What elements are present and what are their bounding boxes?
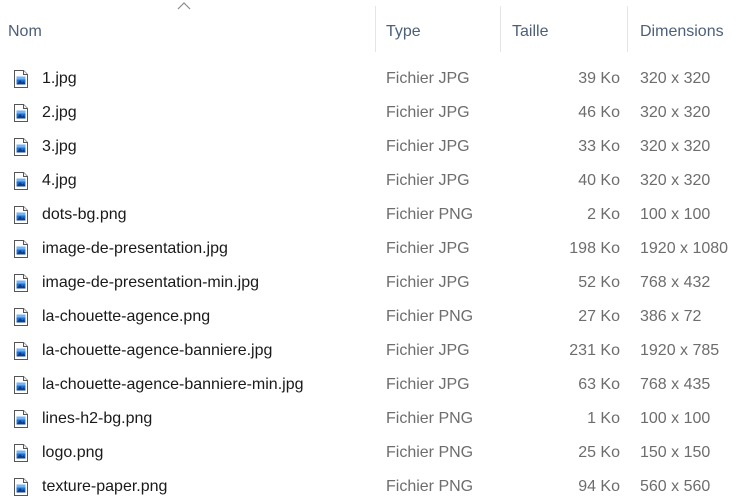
- file-size: 198 Ko: [569, 240, 620, 257]
- image-file-icon: [14, 104, 28, 122]
- file-dimensions: 150 x 150: [640, 444, 711, 461]
- file-row[interactable]: lines-h2-bg.png Fichier PNG 1 Ko 100 x 1…: [0, 402, 742, 436]
- image-file-icon: [14, 138, 28, 156]
- column-header-dimensions-label: Dimensions: [640, 23, 724, 40]
- image-file-icon: [14, 308, 28, 326]
- file-name: image-de-presentation-min.jpg: [42, 274, 259, 291]
- file-name: la-chouette-agence-banniere-min.jpg: [42, 376, 304, 393]
- file-name: logo.png: [42, 444, 104, 461]
- file-type: Fichier PNG: [386, 410, 474, 427]
- file-explorer-list: Nom Type Taille Dimensions 1.jpg Fichier…: [0, 0, 742, 500]
- image-file-icon: [14, 478, 28, 496]
- file-size: 27 Ko: [578, 308, 620, 325]
- file-name: dots-bg.png: [42, 206, 127, 223]
- file-type: Fichier JPG: [386, 274, 470, 291]
- file-row[interactable]: 2.jpg Fichier JPG 46 Ko 320 x 320: [0, 96, 742, 130]
- image-file-icon: [14, 70, 28, 88]
- file-row[interactable]: dots-bg.png Fichier PNG 2 Ko 100 x 100: [0, 198, 742, 232]
- file-size: 33 Ko: [578, 138, 620, 155]
- image-file-icon: [14, 410, 28, 428]
- file-type: Fichier JPG: [386, 342, 470, 359]
- file-size: 52 Ko: [578, 274, 620, 291]
- file-size: 25 Ko: [578, 444, 620, 461]
- file-type: Fichier JPG: [386, 70, 470, 87]
- file-dimensions: 768 x 435: [640, 376, 711, 393]
- file-dimensions: 100 x 100: [640, 206, 711, 223]
- file-dimensions: 320 x 320: [640, 70, 711, 87]
- image-file-icon: [14, 444, 28, 462]
- file-dimensions: 768 x 432: [640, 274, 711, 291]
- file-size: 39 Ko: [578, 70, 620, 87]
- file-size: 40 Ko: [578, 172, 620, 189]
- file-row[interactable]: texture-paper.png Fichier PNG 94 Ko 560 …: [0, 470, 742, 500]
- image-file-icon: [14, 274, 28, 292]
- file-size: 2 Ko: [587, 206, 620, 223]
- column-header-type-label: Type: [386, 23, 421, 40]
- file-name: 4.jpg: [42, 172, 77, 189]
- file-size: 94 Ko: [578, 478, 620, 495]
- file-type: Fichier PNG: [386, 444, 474, 461]
- file-row[interactable]: 3.jpg Fichier JPG 33 Ko 320 x 320: [0, 130, 742, 164]
- file-name: lines-h2-bg.png: [42, 410, 153, 427]
- column-separator[interactable]: [500, 6, 501, 52]
- file-dimensions: 100 x 100: [640, 410, 711, 427]
- image-file-icon: [14, 240, 28, 258]
- column-header-name-label: Nom: [8, 23, 42, 40]
- column-header-dimensions[interactable]: Dimensions: [640, 0, 742, 58]
- image-file-icon: [14, 376, 28, 394]
- file-name: texture-paper.png: [42, 478, 168, 495]
- file-name: la-chouette-agence.png: [42, 308, 211, 325]
- file-type: Fichier JPG: [386, 104, 470, 121]
- file-row[interactable]: 4.jpg Fichier JPG 40 Ko 320 x 320: [0, 164, 742, 198]
- file-type: Fichier JPG: [386, 240, 470, 257]
- column-header-bar: Nom Type Taille Dimensions: [0, 0, 742, 58]
- file-name: 2.jpg: [42, 104, 77, 121]
- file-row[interactable]: image-de-presentation-min.jpg Fichier JP…: [0, 266, 742, 300]
- column-header-size-label: Taille: [512, 23, 549, 40]
- file-row[interactable]: logo.png Fichier PNG 25 Ko 150 x 150: [0, 436, 742, 470]
- file-name: la-chouette-agence-banniere.jpg: [42, 342, 273, 359]
- file-size: 63 Ko: [578, 376, 620, 393]
- file-type: Fichier PNG: [386, 478, 474, 495]
- file-row[interactable]: 1.jpg Fichier JPG 39 Ko 320 x 320: [0, 62, 742, 96]
- column-separator[interactable]: [375, 6, 376, 52]
- file-size: 46 Ko: [578, 104, 620, 121]
- image-file-icon: [14, 342, 28, 360]
- file-type: Fichier JPG: [386, 138, 470, 155]
- file-row[interactable]: image-de-presentation.jpg Fichier JPG 19…: [0, 232, 742, 266]
- column-header-name[interactable]: Nom: [8, 0, 374, 58]
- file-dimensions: 560 x 560: [640, 478, 711, 495]
- file-dimensions: 386 x 72: [640, 308, 702, 325]
- file-type: Fichier JPG: [386, 376, 470, 393]
- file-dimensions: 1920 x 1080: [640, 240, 729, 257]
- image-file-icon: [14, 172, 28, 190]
- file-size: 1 Ko: [587, 410, 620, 427]
- column-separator[interactable]: [627, 6, 628, 52]
- column-header-size[interactable]: Taille: [512, 0, 624, 58]
- file-name: image-de-presentation.jpg: [42, 240, 228, 257]
- column-header-type[interactable]: Type: [386, 0, 498, 58]
- file-row[interactable]: la-chouette-agence.png Fichier PNG 27 Ko…: [0, 300, 742, 334]
- file-dimensions: 320 x 320: [640, 172, 711, 189]
- file-row[interactable]: la-chouette-agence-banniere-min.jpg Fich…: [0, 368, 742, 402]
- file-name: 1.jpg: [42, 70, 77, 87]
- file-dimensions: 320 x 320: [640, 138, 711, 155]
- file-row[interactable]: la-chouette-agence-banniere.jpg Fichier …: [0, 334, 742, 368]
- file-type: Fichier JPG: [386, 172, 470, 189]
- file-dimensions: 320 x 320: [640, 104, 711, 121]
- file-name: 3.jpg: [42, 138, 77, 155]
- image-file-icon: [14, 206, 28, 224]
- file-dimensions: 1920 x 785: [640, 342, 720, 359]
- file-type: Fichier PNG: [386, 206, 474, 223]
- file-size: 231 Ko: [569, 342, 620, 359]
- file-type: Fichier PNG: [386, 308, 474, 325]
